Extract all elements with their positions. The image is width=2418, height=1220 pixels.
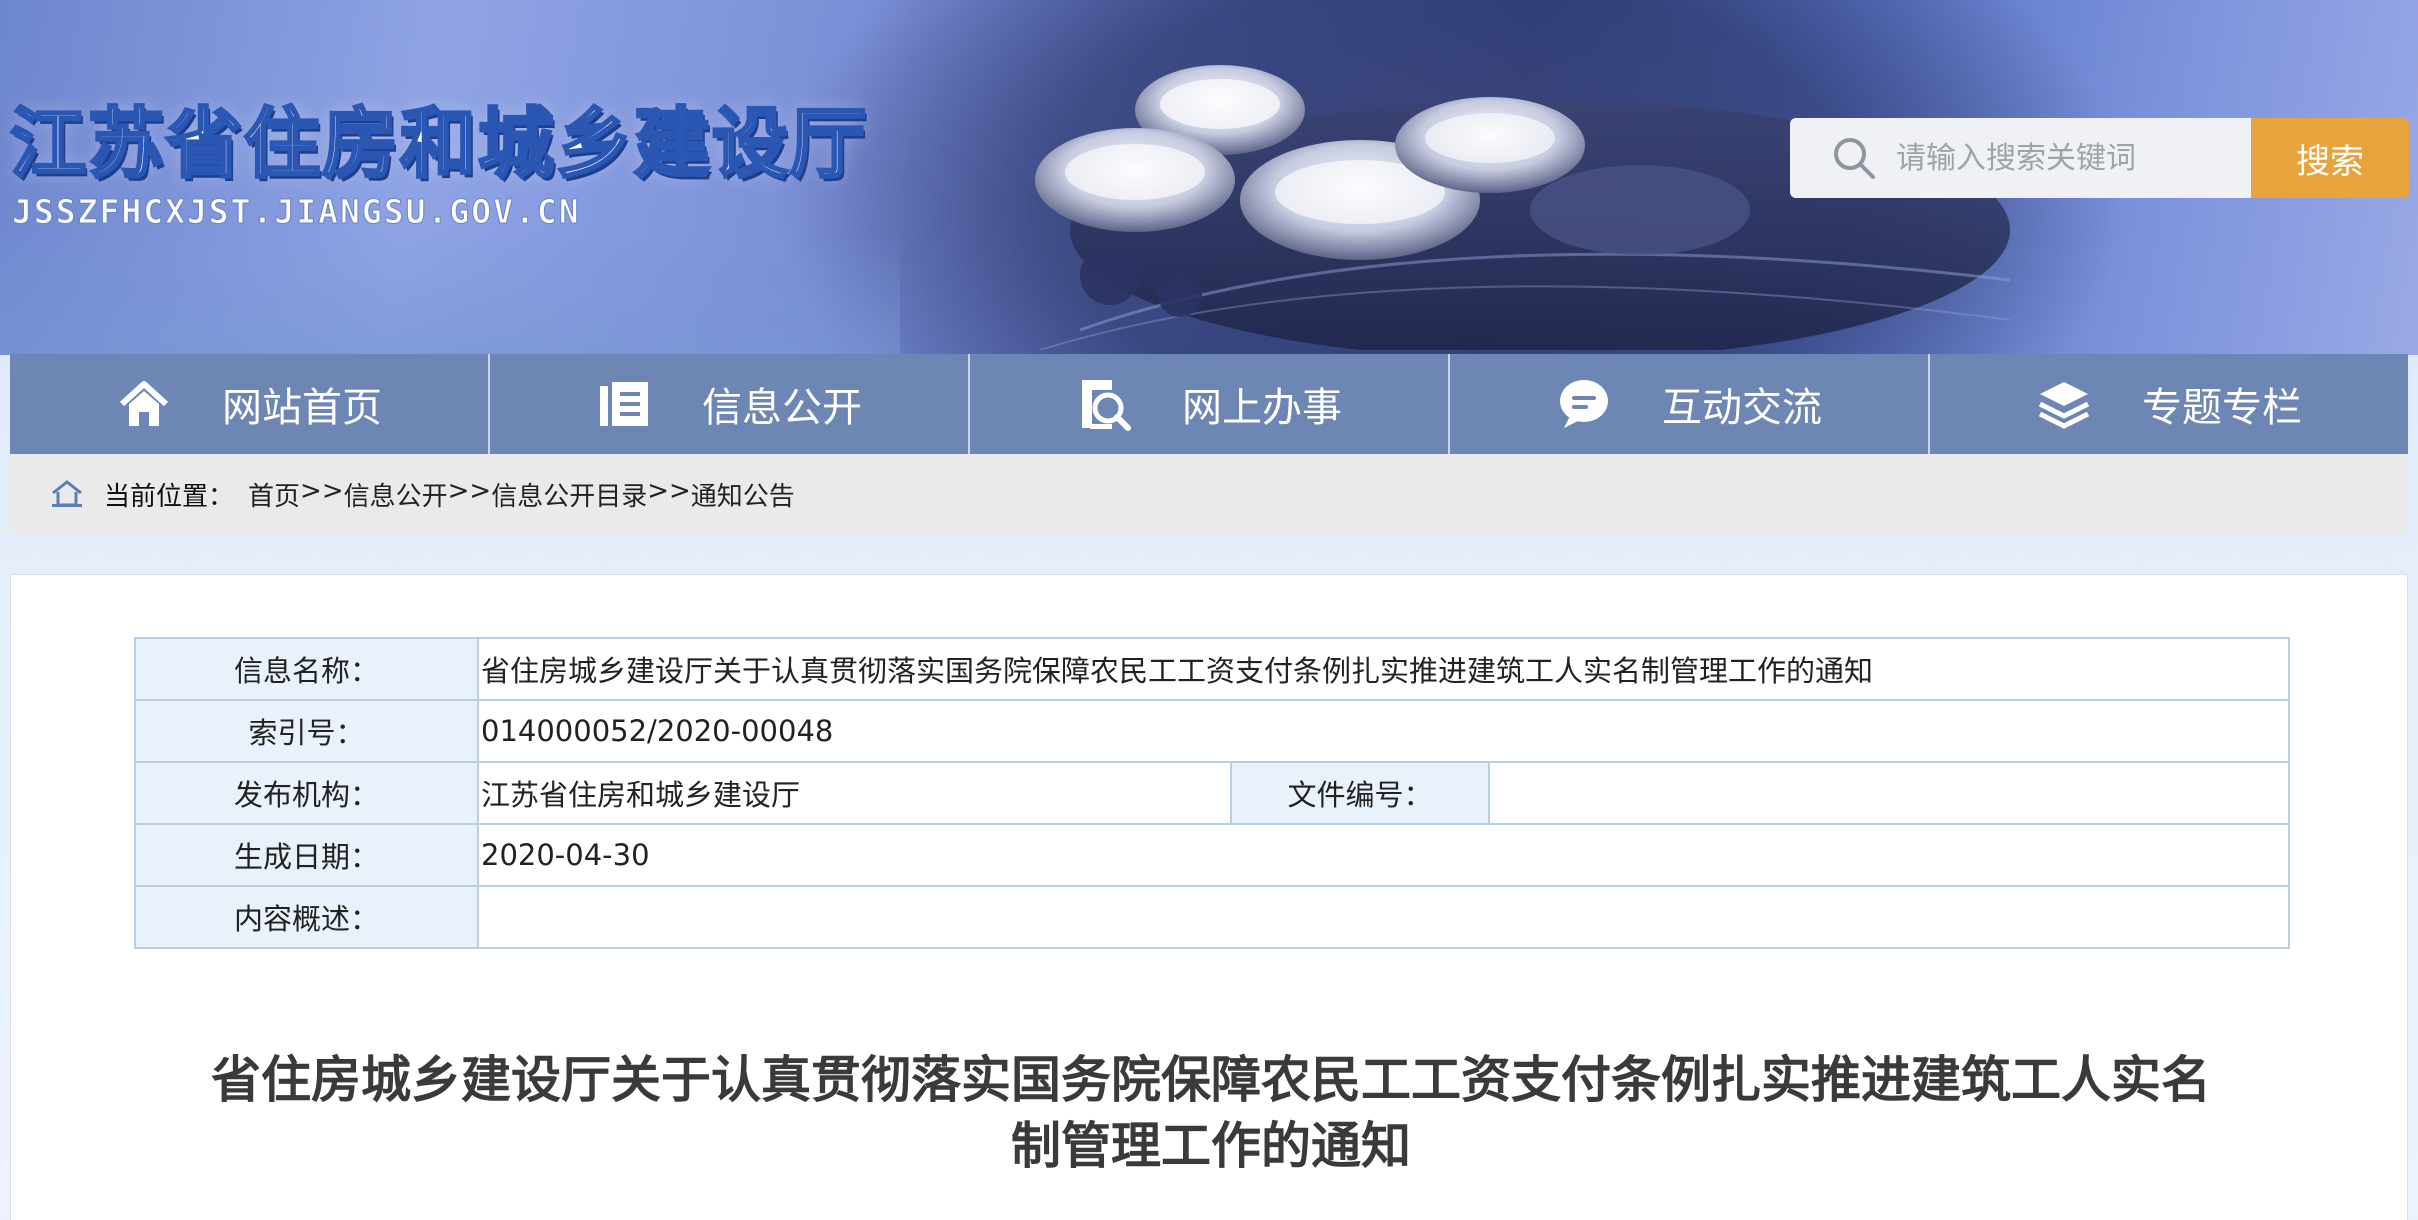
table-row: 发布机构： 江苏省住房和城乡建设厅 文件编号： [134, 761, 2290, 825]
meta-docno-value [1488, 761, 2290, 825]
nav-item-label: 网上办事 [1182, 385, 1342, 431]
meta-date-label: 生成日期： [134, 823, 479, 887]
meta-date-value: 2020-04-30 [477, 823, 2290, 887]
content-panel: 信息名称： 省住房城乡建设厅关于认真贯彻落实国务院保障农民工工资支付条例扎实推进… [10, 574, 2408, 1220]
search-input[interactable] [1896, 140, 2236, 176]
meta-publisher-label: 发布机构： [134, 761, 479, 825]
nav-item-label: 网站首页 [222, 385, 382, 431]
meta-docno-label: 文件编号： [1230, 761, 1490, 825]
header-banner: 江苏省住房和城乡建设厅 JSSZFHCXJST.JIANGSU.GOV.CN 搜… [0, 0, 2418, 355]
chat-icon [1560, 380, 1608, 428]
site-domain: JSSZFHCXJST.JIANGSU.GOV.CN [12, 192, 581, 232]
nav-item-services[interactable]: 网上办事 [970, 354, 1450, 454]
table-row: 内容概述： [134, 885, 2290, 949]
site-title: 江苏省住房和城乡建设厅 [9, 98, 868, 190]
location-home-icon [52, 480, 82, 507]
nav-item-info[interactable]: 信息公开 [490, 354, 970, 454]
breadcrumb: 当前位置： 首页 >> 信息公开 >> 信息公开目录 >> 通知公告 [10, 454, 2408, 534]
nav-item-interaction[interactable]: 互动交流 [1450, 354, 1930, 454]
nav-item-label: 互动交流 [1662, 385, 1822, 431]
breadcrumb-notices[interactable]: 通知公告 [691, 476, 795, 513]
main-nav: 网站首页 信息公开 网上办事 互动交流 专题专栏 [10, 354, 2408, 454]
table-row: 索引号： 014000052/2020-00048 [134, 699, 2290, 763]
meta-index-label: 索引号： [134, 699, 479, 763]
meta-index-value: 014000052/2020-00048 [477, 699, 2290, 763]
search-doc-icon [1082, 380, 1131, 431]
document-icon [600, 382, 648, 426]
breadcrumb-info-public[interactable]: 信息公开 [344, 476, 448, 513]
meta-name-label: 信息名称： [134, 637, 479, 701]
breadcrumb-label: 当前位置： [104, 481, 235, 512]
meta-name-value: 省住房城乡建设厅关于认真贯彻落实国务院保障农民工工资支付条例扎实推进建筑工人实名… [477, 637, 2290, 701]
nav-item-label: 信息公开 [702, 385, 862, 431]
breadcrumb-home[interactable]: 首页 [248, 476, 300, 513]
meta-summary-value [477, 885, 2290, 949]
article-title: 省住房城乡建设厅关于认真贯彻落实国务院保障农民工工资支付条例扎实推进建筑工人实名… [211, 1051, 2211, 1175]
meta-publisher-value: 江苏省住房和城乡建设厅 [477, 761, 1232, 825]
search-icon [1834, 138, 1875, 179]
document-meta-table: 信息名称： 省住房城乡建设厅关于认真贯彻落实国务院保障农民工工资支付条例扎实推进… [134, 637, 2290, 949]
nav-item-topics[interactable]: 专题专栏 [1930, 354, 2408, 454]
banner-glow [0, 230, 900, 355]
home-icon [119, 381, 169, 426]
breadcrumb-path: 首页 >> 信息公开 >> 信息公开目录 >> 通知公告 [248, 476, 795, 513]
search-box [1790, 118, 2251, 198]
meta-summary-label: 内容概述： [134, 885, 479, 949]
search-button[interactable]: 搜索 [2251, 118, 2409, 198]
table-row: 生成日期： 2020-04-30 [134, 823, 2290, 887]
layers-icon [2038, 382, 2090, 429]
breadcrumb-separator: >> [300, 475, 344, 506]
nav-item-home[interactable]: 网站首页 [10, 354, 490, 454]
breadcrumb-separator: >> [447, 475, 492, 506]
table-row: 信息名称： 省住房城乡建设厅关于认真贯彻落实国务院保障农民工工资支付条例扎实推进… [134, 637, 2290, 701]
breadcrumb-separator: >> [647, 475, 691, 506]
nav-item-label: 专题专栏 [2142, 385, 2302, 431]
breadcrumb-info-catalog[interactable]: 信息公开目录 [491, 476, 647, 513]
